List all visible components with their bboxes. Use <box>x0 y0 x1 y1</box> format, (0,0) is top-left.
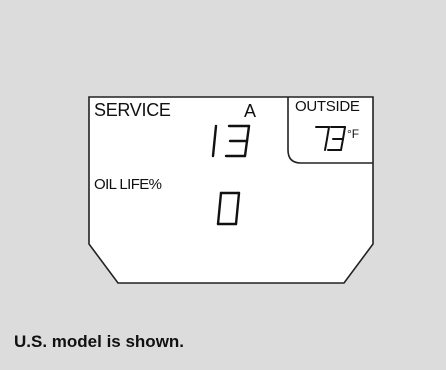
oil-life-label: OIL LIFE% <box>94 176 162 193</box>
multi-information-display <box>88 96 374 284</box>
maintenance-code: A <box>244 101 257 121</box>
service-label: SERVICE <box>94 100 171 120</box>
figure-caption: U.S. model is shown. <box>14 332 185 351</box>
temperature-unit: °F <box>347 127 360 141</box>
figure-panel: SERVICE A 13 OUTSIDE 73 °F OIL LIFE% 0 U… <box>0 0 446 370</box>
outside-label: OUTSIDE <box>295 98 360 115</box>
